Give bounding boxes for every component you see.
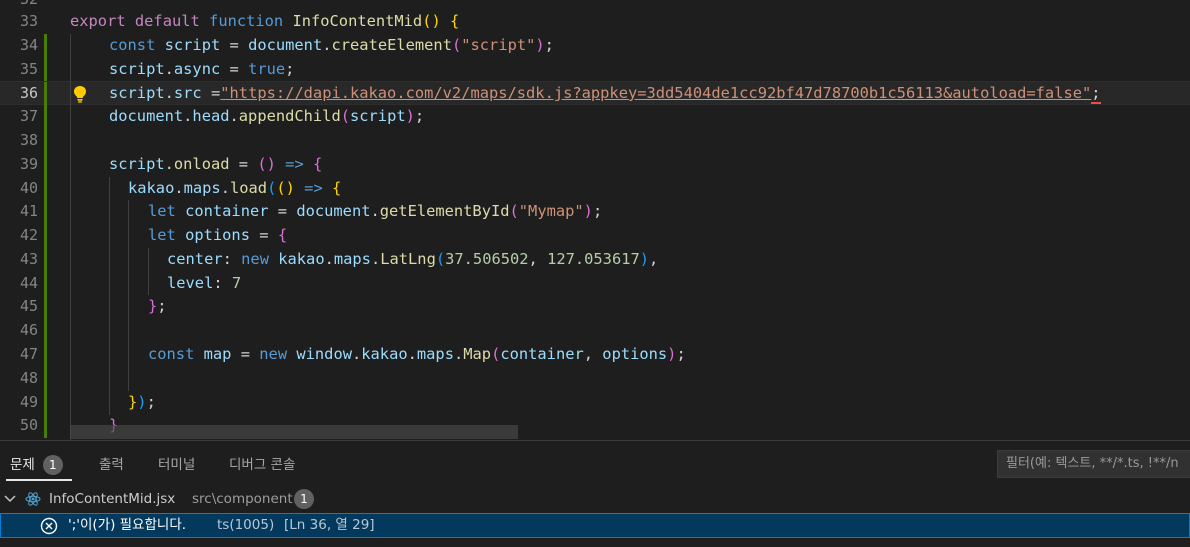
gutter-modified-marker[interactable] (44, 295, 47, 319)
horizontal-scrollbar[interactable] (70, 425, 518, 439)
code-line[interactable]: 44 level: 7 (0, 272, 1190, 296)
problem-item[interactable]: ';'이(가) 필요합니다. ts(1005) [Ln 36, 열 29] (0, 513, 1190, 538)
gutter-modified-marker[interactable] (44, 82, 47, 106)
code-text: const script = document.createElement("s… (109, 36, 554, 54)
tab-problems[interactable]: 문제 1 (10, 453, 63, 475)
code-text: kakao.maps.load(() => { (128, 179, 342, 197)
line-number: 40 (19, 179, 38, 197)
code-text: script.async = true; (109, 60, 295, 78)
gutter-modified-marker[interactable] (44, 105, 47, 129)
line-number: 49 (19, 393, 38, 411)
problem-location: [Ln 36, 열 29] (284, 517, 375, 533)
code-text: script.src ="https://dapi.kakao.com/v2/m… (109, 84, 1101, 104)
line-number: 41 (19, 202, 38, 220)
problem-source: ts(1005) (217, 517, 275, 533)
gutter-modified-marker[interactable] (44, 343, 47, 367)
indent-guide (70, 34, 71, 440)
gutter-modified-marker[interactable] (44, 153, 47, 177)
code-editor[interactable]: 32 33 export default function InfoConten… (0, 0, 1190, 440)
code-line[interactable]: 34 const script = document.createElement… (0, 34, 1190, 58)
code-text: script.onload = () => { (109, 155, 323, 173)
line-number: 43 (19, 250, 38, 268)
problem-file-row[interactable]: InfoContentMid.jsx src\component 1 (0, 486, 1190, 512)
gutter-modified-marker[interactable] (44, 200, 47, 224)
tab-output[interactable]: 출력 (99, 453, 124, 473)
code-line-current[interactable]: 36 script.src ="https://dapi.kakao.com/v… (0, 81, 1190, 106)
line-number: 36 (19, 84, 38, 102)
code-line[interactable]: 47 const map = new window.kakao.maps.Map… (0, 343, 1190, 367)
line-number: 39 (19, 155, 38, 173)
problems-count-badge: 1 (42, 455, 63, 475)
panel-tabs: 문제 1 출력 터미널 디버그 콘솔 필터(예: 텍스트, **/*.ts, !*… (0, 441, 1190, 485)
line-number: 50 (19, 416, 38, 434)
gutter-modified-marker[interactable] (44, 129, 47, 153)
line-number: 44 (19, 274, 38, 292)
code-line[interactable]: 45 }; (0, 295, 1190, 319)
code-line[interactable]: 39 script.onload = () => { (0, 153, 1190, 177)
gutter-modified-marker[interactable] (44, 177, 47, 201)
indent-guide (128, 200, 129, 391)
lightbulb-icon[interactable] (72, 85, 88, 103)
problems-filter-input[interactable]: 필터(예: 텍스트, **/*.ts, !**/n (997, 450, 1190, 478)
code-line[interactable]: 37 document.head.appendChild(script); (0, 105, 1190, 129)
code-text: center: new kakao.maps.LatLng(37.506502,… (167, 250, 659, 268)
code-text: export default function InfoContentMid()… (70, 12, 460, 30)
code-line[interactable]: 49 }); (0, 391, 1190, 415)
tab-terminal[interactable]: 터미널 (158, 453, 195, 473)
problem-file-name: InfoContentMid.jsx (49, 491, 176, 507)
problem-message: ';'이(가) 필요합니다. (68, 517, 187, 533)
bottom-panel: 문제 1 출력 터미널 디버그 콘솔 필터(예: 텍스트, **/*.ts, !*… (0, 440, 1190, 547)
code-line[interactable]: 38 (0, 129, 1190, 153)
line-number: 48 (19, 369, 38, 387)
gutter-modified-marker[interactable] (44, 367, 47, 391)
code-text: let options = { (148, 226, 288, 244)
gutter-modified-marker[interactable] (44, 319, 47, 343)
code-text: let container = document.getElementById(… (148, 202, 603, 220)
active-tab-indicator (6, 479, 72, 481)
line-number: 38 (19, 131, 38, 149)
code-text: document.head.appendChild(script); (109, 107, 425, 125)
indent-guide (109, 177, 110, 415)
code-line[interactable]: 41 let container = document.getElementBy… (0, 200, 1190, 224)
tab-label: 문제 (10, 457, 35, 473)
indent-guide (148, 248, 149, 295)
line-number: 35 (19, 60, 38, 78)
react-icon (25, 492, 41, 506)
problem-file-path: src\component (192, 491, 293, 507)
line-number: 34 (19, 36, 38, 54)
gutter-modified-marker[interactable] (44, 391, 47, 415)
tab-debug-console[interactable]: 디버그 콘솔 (229, 453, 295, 473)
code-text: }); (128, 393, 156, 411)
error-circle-icon (40, 517, 58, 535)
code-line[interactable]: 33 export default function InfoContentMi… (0, 10, 1190, 34)
gutter-modified-marker[interactable] (44, 34, 47, 58)
line-number: 47 (19, 345, 38, 363)
chevron-down-icon[interactable] (4, 494, 16, 504)
code-line[interactable]: 46 (0, 319, 1190, 343)
code-text: const map = new window.kakao.maps.Map(co… (148, 345, 686, 363)
code-line[interactable]: 35 script.async = true; (0, 58, 1190, 82)
gutter-modified-marker[interactable] (44, 58, 47, 82)
code-text: level: 7 (167, 274, 242, 292)
line-number: 46 (19, 321, 38, 339)
gutter-modified-marker[interactable] (44, 224, 47, 248)
code-line[interactable]: 43 center: new kakao.maps.LatLng(37.5065… (0, 248, 1190, 272)
gutter-modified-marker[interactable] (44, 414, 47, 438)
gutter-modified-marker[interactable] (44, 248, 47, 272)
line-number: 42 (19, 226, 38, 244)
line-number: 37 (19, 107, 38, 125)
line-number: 33 (19, 12, 38, 30)
code-text: }; (148, 297, 167, 315)
code-line[interactable]: 42 let options = { (0, 224, 1190, 248)
problem-file-count-badge: 1 (294, 489, 314, 509)
code-line[interactable]: 48 (0, 367, 1190, 391)
code-line[interactable]: 40 kakao.maps.load(() => { (0, 177, 1190, 201)
line-number: 45 (19, 297, 38, 315)
gutter-modified-marker[interactable] (44, 272, 47, 296)
